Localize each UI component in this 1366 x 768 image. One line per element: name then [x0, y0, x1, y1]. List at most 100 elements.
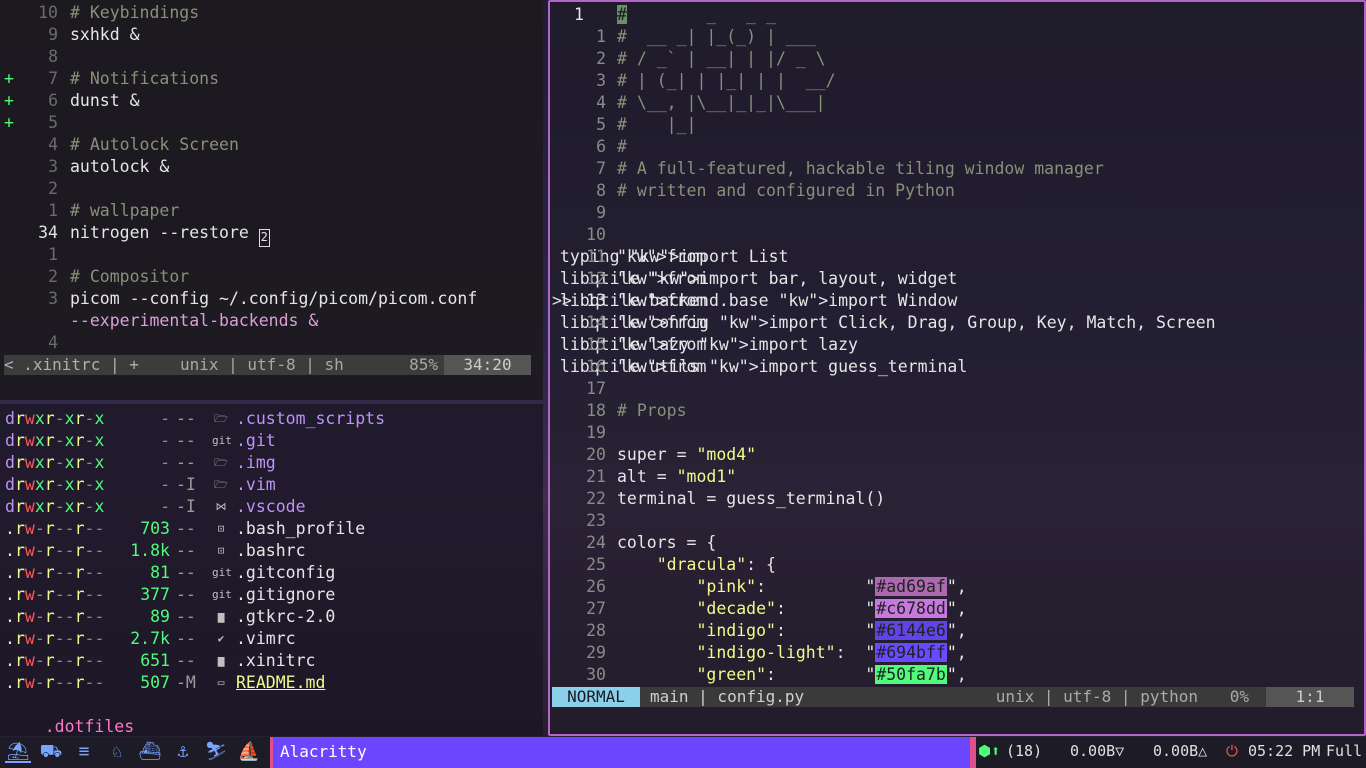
workspace-3-icon[interactable]: ≡ — [71, 741, 97, 763]
line-number: 5 — [596, 115, 606, 134]
workspace-6-icon[interactable]: ⚓ — [170, 741, 196, 763]
list-item[interactable]: .rw-r--r-- 507 -M ▭ README.md — [0, 672, 543, 694]
editor-lines: 10 # Keybindings 9 sxhkd & 8 +7 # Notification… — [0, 0, 543, 352]
code-line: 11 "kw">from typing "kw">import List — [550, 247, 789, 266]
file-name: .gtkrc-2.0 — [236, 607, 336, 626]
line-code: "decade": "#c678dd", — [696, 599, 967, 618]
line-code: # __ _| |_(_) | ___ — [617, 27, 816, 46]
file-size: - — [160, 497, 170, 516]
file-name: .img — [236, 453, 276, 472]
folder-icon: 🗁 — [214, 456, 228, 469]
permissions: drwxr-xr-x — [5, 453, 105, 472]
list-item[interactable]: drwxr-xr-x - -I 🗁 .vim — [0, 474, 543, 496]
permissions: .rw-r--r-- — [5, 585, 105, 604]
line-number: 5 — [48, 113, 58, 132]
code-line: 27 "decade": "#c678dd", — [550, 598, 1364, 620]
code-line: 6 # — [550, 136, 1364, 158]
line-code: "kw">from — [617, 313, 707, 332]
permissions: .rw-r--r-- — [5, 541, 105, 560]
list-item[interactable]: drwxr-xr-x - -- git .git — [0, 430, 543, 452]
mode-indicator: NORMAL — [552, 687, 640, 707]
list-item[interactable]: .rw-r--r-- 2.7k -- ✔ .vimrc — [0, 628, 543, 650]
status-format: unix | utf-8 | python — [995, 687, 1198, 706]
line-number: 7 — [596, 159, 606, 178]
code-line: 1 — [0, 244, 543, 266]
file-size: 81 — [150, 563, 170, 582]
status-format: unix | utf-8 | sh — [180, 355, 344, 374]
code-line: 4 — [0, 332, 543, 354]
list-item[interactable]: drwxr-xr-x - -I ⋈ .vscode — [0, 496, 543, 518]
code-line: 16 "kw">from libqtile.utils "kw">import g… — [550, 357, 968, 376]
list-item[interactable]: .rw-r--r-- 703 -- ⊡ .bash_profile — [0, 518, 543, 540]
term-icon: ⊡ — [217, 522, 225, 535]
terminal-listing[interactable]: drwxr-xr-x - -- 🗁 .custom_scripts drwxr-xr-x -… — [0, 404, 543, 736]
line-number: 2 — [48, 179, 58, 198]
line-code: "indigo-light": "#694bff", — [696, 643, 967, 662]
line-number: 4 — [48, 333, 58, 352]
code-line: 8 # written and configured in Python — [550, 180, 1364, 202]
git-status: -M — [176, 673, 196, 692]
code-line: 22 terminal = guess_terminal() — [550, 488, 1364, 510]
permissions: drwxr-xr-x — [5, 409, 105, 428]
file-list: drwxr-xr-x - -- 🗁 .custom_scripts drwxr-xr-x -… — [0, 404, 543, 692]
list-item[interactable]: .rw-r--r-- 89 -- ▆ .gtkrc-2.0 — [0, 606, 543, 628]
workspace-8-icon[interactable]: ⛵ — [236, 741, 262, 763]
line-number: 4 — [48, 135, 58, 154]
line-code: # written and configured in Python — [617, 181, 955, 200]
vim-editor-config[interactable]: 1 # _ _ _ 1 # __ _| |_(_) | ___ 2 # / _` | __… — [548, 0, 1366, 736]
line-code: "dracula": { — [656, 555, 776, 574]
line-code: "kw">from — [617, 291, 707, 310]
workspace-7-icon[interactable]: ⛷ — [203, 741, 229, 763]
term-icon: ⊡ — [217, 544, 225, 557]
file-name: .gitconfig — [236, 563, 336, 582]
git-status: -- — [176, 563, 196, 582]
vim-editor-xinitrc[interactable]: 10 # Keybindings 9 sxhkd & 8 +7 # Notification… — [0, 0, 543, 400]
line-number: 26 — [586, 577, 606, 596]
git-status: -I — [176, 475, 196, 494]
shell-prompt[interactable]: .dotfiles ᚴmain λ→ — [5, 694, 134, 736]
list-item[interactable]: .rw-r--r-- 81 -- git .gitconfig — [0, 562, 543, 584]
file-name: .custom_scripts — [236, 409, 386, 428]
workspace-5-icon[interactable]: ⛴ — [137, 741, 163, 763]
workspace-2-icon[interactable]: ⛟ — [38, 741, 64, 763]
git-icon: git — [212, 434, 232, 447]
code-line: 1 # wallpaper — [0, 200, 543, 222]
line-code: # Props — [617, 401, 687, 420]
file-name: .gitignore — [236, 585, 336, 604]
line-number: 23 — [586, 511, 606, 530]
list-item[interactable]: drwxr-xr-x - -- 🗁 .img — [0, 452, 543, 474]
permissions: .rw-r--r-- — [5, 607, 105, 626]
workspace-1-icon[interactable]: ⛱ — [5, 741, 31, 763]
code-line: 15 "kw">from libqtile.lazy "kw">import la… — [550, 335, 858, 354]
code-line: 29 "indigo-light": "#694bff", — [550, 642, 1364, 664]
line-number: 20 — [586, 445, 606, 464]
line-number: 1 — [596, 27, 606, 46]
code-line: +5 — [0, 112, 543, 134]
list-item[interactable]: .rw-r--r-- 1.8k -- ⊡ .bashrc — [0, 540, 543, 562]
line-number: 19 — [586, 423, 606, 442]
status-position: 1:1 — [1266, 687, 1354, 707]
code-line: 19 — [550, 422, 1364, 444]
line-number: 4 — [596, 93, 606, 112]
code-line: 20 super = "mod4" — [550, 444, 1364, 466]
folder-icon: 🗁 — [214, 412, 228, 425]
list-item[interactable]: drwxr-xr-x - -- 🗁 .custom_scripts — [0, 408, 543, 430]
line-number: 2 — [596, 49, 606, 68]
file-size: 507 — [140, 673, 170, 692]
list-item[interactable]: .rw-r--r-- 377 -- git .gitignore — [0, 584, 543, 606]
line-number: 3 — [596, 71, 606, 90]
permissions: .rw-r--r-- — [5, 651, 105, 670]
workspace-4-icon[interactable]: ♘ — [104, 741, 130, 763]
updates-count[interactable]: (18) — [1006, 737, 1042, 768]
file-size: 89 — [150, 607, 170, 626]
code-line: 34 nitrogen --restore 2 — [0, 222, 543, 247]
list-item[interactable]: .rw-r--r-- 651 -- ▆ .xinitrc — [0, 650, 543, 672]
status-percent: 0% — [1229, 687, 1249, 706]
file-size: - — [160, 431, 170, 450]
line-number: 10 — [38, 3, 58, 22]
permissions: drwxr-xr-x — [5, 431, 105, 450]
line-number: 21 — [586, 467, 606, 486]
code-line: 2 # / _` | __| | |/ _ \ — [550, 48, 1364, 70]
layout-name[interactable]: Full — [1326, 737, 1362, 768]
color-swatch: #694bff — [875, 643, 947, 662]
